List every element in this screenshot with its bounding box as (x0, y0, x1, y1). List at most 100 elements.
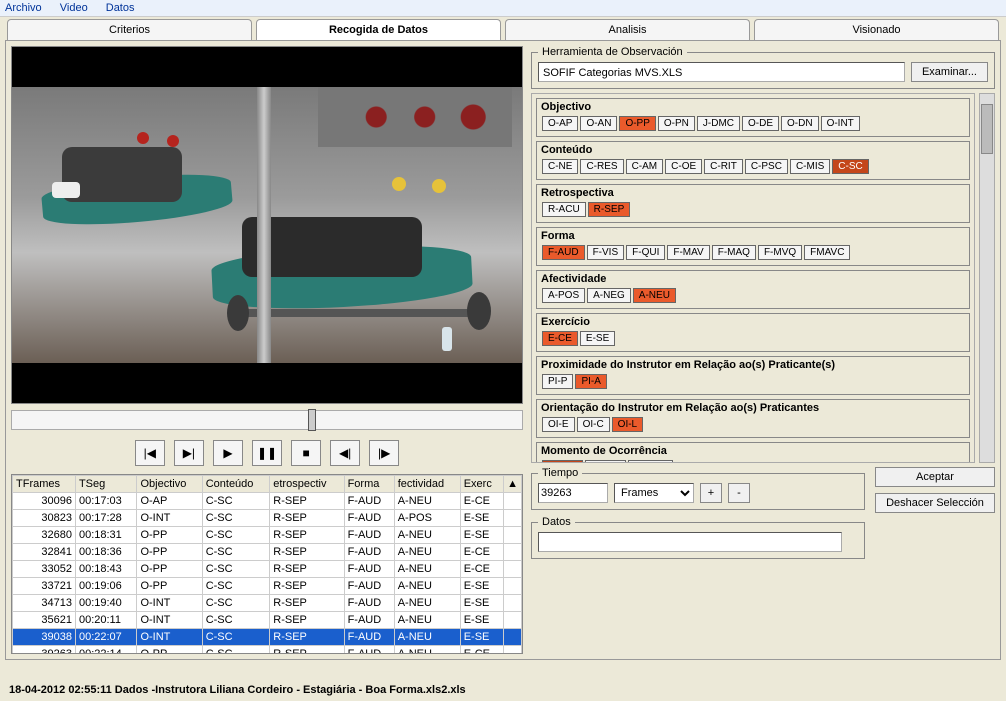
code-button[interactable]: O-DE (742, 116, 779, 131)
code-button[interactable]: A-NEG (587, 288, 631, 303)
prevstep-button[interactable]: ▶| (174, 440, 204, 466)
category-title: Exercício (541, 316, 965, 328)
code-button[interactable]: C-MIS (790, 159, 830, 174)
col-header[interactable]: Conteúdo (202, 476, 270, 493)
code-button[interactable]: OI-E (542, 417, 575, 432)
col-header[interactable]: etrospectiv (270, 476, 344, 493)
col-header[interactable]: TFrames (13, 476, 76, 493)
menu-datos[interactable]: Datos (106, 2, 135, 14)
col-header[interactable]: Exerc (460, 476, 503, 493)
scroll-up-icon[interactable]: ▲ (504, 476, 522, 493)
code-button[interactable]: O-AP (542, 116, 578, 131)
col-header[interactable]: TSeg (75, 476, 137, 493)
table-row[interactable]: 3082300:17:28O-INTC-SCR-SEPF-AUDA-POSE-S… (13, 510, 522, 527)
code-button[interactable]: PI-P (542, 374, 573, 389)
code-button[interactable]: C-PSC (745, 159, 788, 174)
code-button[interactable]: C-RES (580, 159, 623, 174)
code-button[interactable]: J-DMC (697, 116, 740, 131)
category-panel: Objectivo O-APO-ANO-PPO-PNJ-DMCO-DEO-DNO-… (531, 93, 975, 463)
status-bar: 18-04-2012 02:55:11 Dados -Instrutora Li… (5, 681, 1001, 699)
code-button[interactable]: C-SC (832, 159, 868, 174)
code-button[interactable]: MO-TR (628, 460, 673, 463)
category-title: Afectividade (541, 273, 965, 285)
code-button[interactable]: MO-CI (542, 460, 583, 463)
events-table[interactable]: TFramesTSegObjectivoConteúdoetrospectivF… (11, 474, 523, 654)
browse-button[interactable]: Examinar... (911, 62, 988, 82)
code-button[interactable]: O-DN (781, 116, 819, 131)
datos-input[interactable] (538, 532, 842, 552)
tab-visionado[interactable]: Visionado (754, 19, 999, 40)
code-button[interactable]: C-NE (542, 159, 578, 174)
video-controls: |◀ ▶| ▶ ❚❚ ■ ◀| |▶ (11, 440, 523, 466)
prev-button[interactable]: ◀| (330, 440, 360, 466)
code-button[interactable]: R-SEP (588, 202, 631, 217)
col-header[interactable]: Forma (344, 476, 394, 493)
code-button[interactable]: OI-C (577, 417, 610, 432)
col-header[interactable]: Objectivo (137, 476, 202, 493)
tiempo-minus[interactable]: - (728, 483, 750, 503)
tiempo-plus[interactable]: + (700, 483, 722, 503)
category-title: Orientação do Instrutor em Relação ao(s)… (541, 402, 965, 414)
pause-button[interactable]: ❚❚ (252, 440, 282, 466)
code-button[interactable]: O-INT (821, 116, 860, 131)
col-header[interactable]: fectividad (394, 476, 460, 493)
table-row[interactable]: 3926300:22:14O-PPC-SCR-SEPF-AUDA-NEUE-CE (13, 646, 522, 655)
table-row[interactable]: 3903800:22:07O-INTC-SCR-SEPF-AUDA-NEUE-S… (13, 629, 522, 646)
code-button[interactable]: O-PP (619, 116, 655, 131)
code-button[interactable]: F-MAQ (712, 245, 756, 260)
code-button[interactable]: E-SE (580, 331, 615, 346)
table-row[interactable]: 3471300:19:40O-INTC-SCR-SEPF-AUDA-NEUE-S… (13, 595, 522, 612)
first-button[interactable]: |◀ (135, 440, 165, 466)
tiempo-value[interactable] (538, 483, 608, 503)
table-row[interactable]: 3305200:18:43O-PPC-SCR-SEPF-AUDA-NEUE-CE (13, 561, 522, 578)
code-button[interactable]: MO-TI (585, 460, 625, 463)
table-row[interactable]: 3268000:18:31O-PPC-SCR-SEPF-AUDA-NEUE-SE (13, 527, 522, 544)
code-button[interactable]: PI-A (575, 374, 606, 389)
play-button[interactable]: ▶ (213, 440, 243, 466)
code-button[interactable]: O-PN (658, 116, 695, 131)
table-row[interactable]: 3562100:20:11O-INTC-SCR-SEPF-AUDA-NEUE-S… (13, 612, 522, 629)
table-row[interactable]: 3009600:17:03O-APC-SCR-SEPF-AUDA-NEUE-CE (13, 493, 522, 510)
menu-video[interactable]: Video (60, 2, 88, 14)
category-title: Forma (541, 230, 965, 242)
category-title: Objectivo (541, 101, 965, 113)
code-button[interactable]: F-AUD (542, 245, 585, 260)
next-button[interactable]: |▶ (369, 440, 399, 466)
code-button[interactable]: A-NEU (633, 288, 676, 303)
table-row[interactable]: 3284100:18:36O-PPC-SCR-SEPF-AUDA-NEUE-CE (13, 544, 522, 561)
code-button[interactable]: O-AN (580, 116, 617, 131)
code-button[interactable]: F-MAV (667, 245, 709, 260)
code-button[interactable]: FMAVC (804, 245, 850, 260)
code-button[interactable]: F-QUI (626, 245, 665, 260)
code-button[interactable]: F-VIS (587, 245, 625, 260)
code-button[interactable]: C-RIT (704, 159, 743, 174)
deshacer-button[interactable]: Deshacer Selección (875, 493, 995, 513)
code-button[interactable]: R-ACU (542, 202, 586, 217)
video-slider[interactable] (11, 410, 523, 430)
code-button[interactable]: E-CE (542, 331, 578, 346)
code-button[interactable]: F-MVQ (758, 245, 802, 260)
datos-group: Datos (531, 516, 865, 559)
tab-analisis[interactable]: Analisis (505, 19, 750, 40)
category-scrollbar[interactable] (979, 93, 995, 463)
aceptar-button[interactable]: Aceptar (875, 467, 995, 487)
code-button[interactable]: C-AM (626, 159, 664, 174)
observation-legend: Herramienta de Observación (538, 46, 687, 58)
observation-tool: Herramienta de Observación SOFIF Categor… (531, 46, 995, 89)
code-button[interactable]: OI-L (612, 417, 643, 432)
tab-criterios[interactable]: Criterios (7, 19, 252, 40)
tab-recogida[interactable]: Recogida de Datos (256, 19, 501, 40)
stop-button[interactable]: ■ (291, 440, 321, 466)
menu-archivo[interactable]: Archivo (5, 2, 42, 14)
code-button[interactable]: C-OE (665, 159, 702, 174)
category-group: Proximidade do Instrutor em Relação ao(s… (536, 356, 970, 395)
tiempo-legend: Tiempo (538, 467, 582, 479)
table-row[interactable]: 3372100:19:06O-PPC-SCR-SEPF-AUDA-NEUE-SE (13, 578, 522, 595)
category-title: Conteúdo (541, 144, 965, 156)
slider-thumb[interactable] (308, 409, 316, 431)
code-button[interactable]: A-POS (542, 288, 585, 303)
tiempo-unit[interactable]: Frames (614, 483, 694, 503)
observation-file[interactable]: SOFIF Categorias MVS.XLS (538, 62, 905, 82)
category-group: Exercício E-CEE-SE (536, 313, 970, 352)
category-title: Retrospectiva (541, 187, 965, 199)
